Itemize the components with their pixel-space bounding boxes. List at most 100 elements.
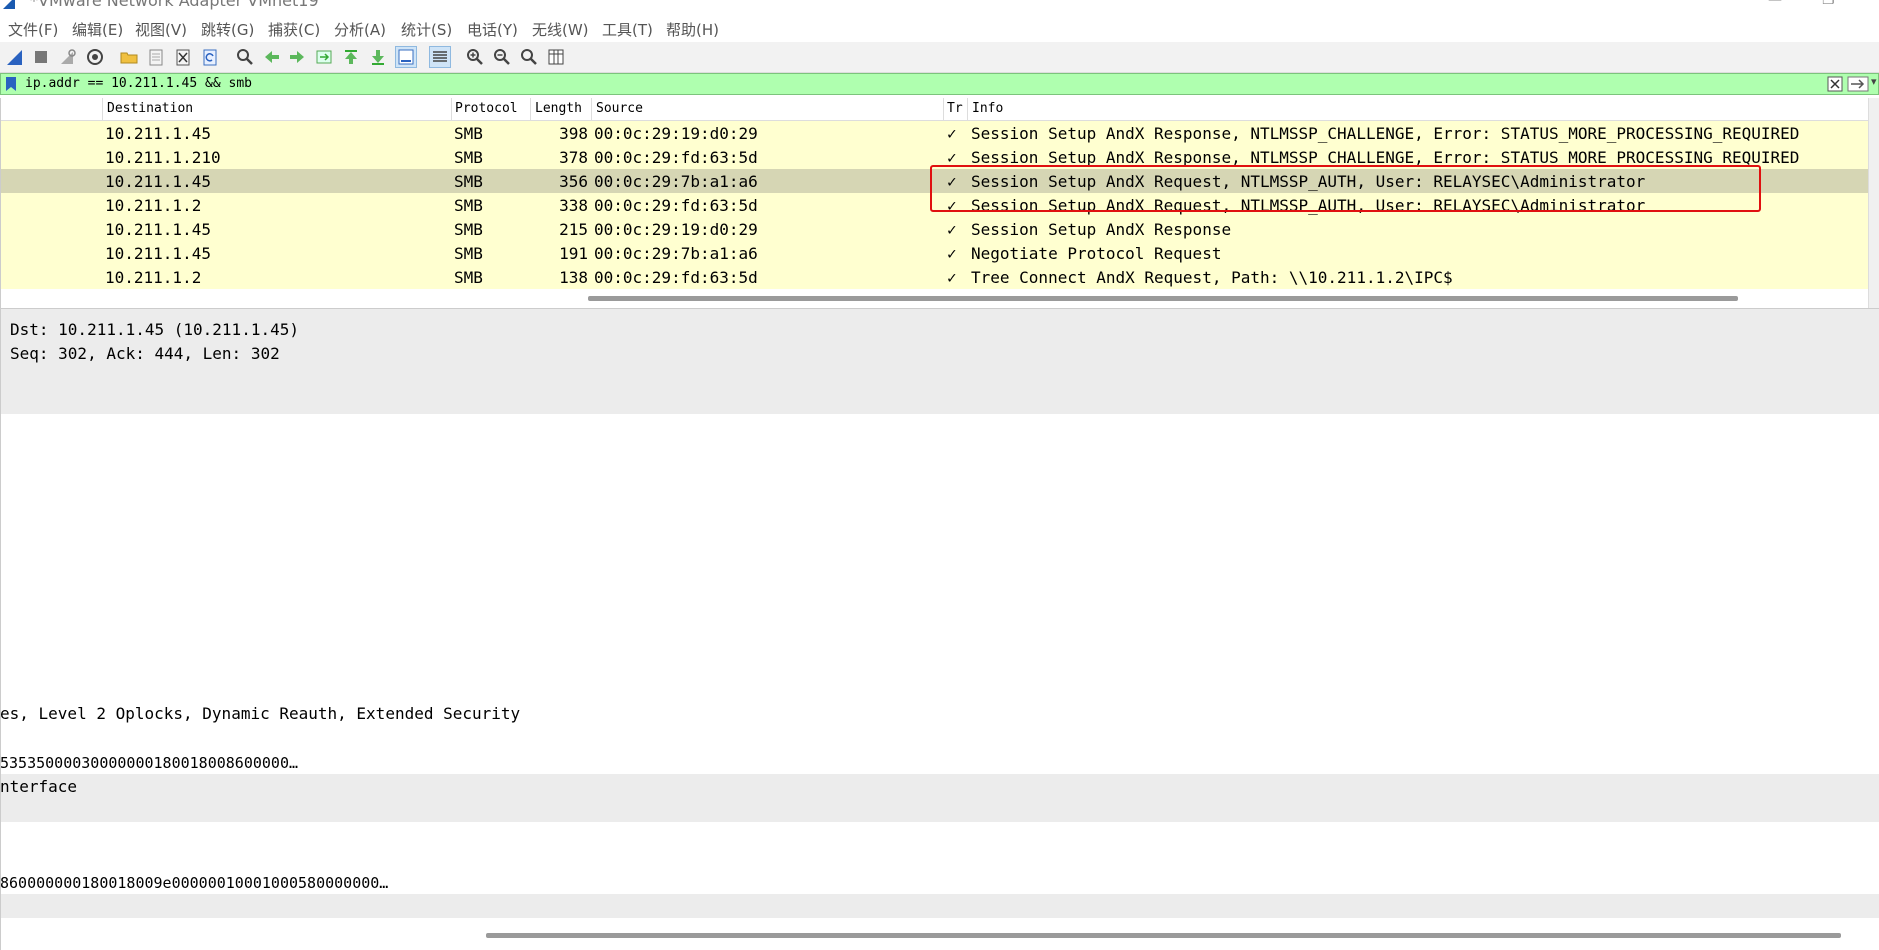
menu-analyze[interactable]: 分析(A): [334, 19, 386, 40]
menu-help[interactable]: 帮助(H): [666, 19, 719, 40]
column-source[interactable]: Source: [596, 101, 643, 116]
minimize-icon[interactable]: —: [1768, 0, 1782, 8]
column-info[interactable]: Info: [972, 101, 1003, 116]
packet-protocol: SMB: [454, 172, 483, 191]
window-title: *VMware Network Adapter VMnet19: [30, 0, 319, 10]
column-length[interactable]: Length: [535, 101, 582, 116]
packet-protocol: SMB: [454, 268, 483, 287]
main-toolbar: [0, 42, 1879, 73]
packet-length: 338: [559, 196, 588, 215]
menu-statistics[interactable]: 统计(S): [401, 19, 452, 40]
clear-filter-icon[interactable]: [1827, 76, 1843, 92]
packet-source: 00:0c:29:7b:a1:a6: [594, 244, 758, 263]
menu-wireless[interactable]: 无线(W): [532, 19, 589, 40]
packet-tr: ✓: [947, 268, 957, 287]
packet-tr: ✓: [947, 220, 957, 239]
go-forward-icon[interactable]: [286, 46, 308, 68]
packet-length: 398: [559, 124, 588, 143]
packet-length: 215: [559, 220, 588, 239]
scrollbar-thumb[interactable]: [486, 933, 1841, 938]
menu-telephony[interactable]: 电话(Y): [467, 19, 518, 40]
column-separator: [102, 98, 103, 120]
find-packet-icon[interactable]: [234, 46, 256, 68]
wireshark-app-icon: [3, 0, 15, 9]
save-file-icon[interactable]: [145, 46, 167, 68]
column-protocol[interactable]: Protocol: [455, 101, 518, 116]
menu-file[interactable]: 文件(F): [8, 19, 58, 40]
details-highlight-band: [0, 894, 1879, 918]
packet-row[interactable]: 10.211.1.45 SMB 398 00:0c:29:19:d0:29 ✓ …: [0, 121, 1868, 145]
packet-destination: 10.211.1.2: [105, 196, 202, 215]
packet-length: 138: [559, 268, 588, 287]
packet-source: 00:0c:29:fd:63:5d: [594, 196, 758, 215]
go-first-icon[interactable]: [340, 46, 362, 68]
packet-source: 00:0c:29:fd:63:5d: [594, 148, 758, 167]
detail-seq[interactable]: Seq: 302, Ack: 444, Len: 302: [10, 344, 280, 363]
column-separator: [530, 98, 531, 120]
packet-protocol: SMB: [454, 220, 483, 239]
zoom-normal-icon[interactable]: [518, 46, 540, 68]
detail-capabilities[interactable]: es, Level 2 Oplocks, Dynamic Reauth, Ext…: [0, 704, 520, 723]
packet-protocol: SMB: [454, 196, 483, 215]
highlight-box: [930, 165, 1761, 212]
title-bar: *VMware Network Adapter VMnet19 — ❐: [0, 0, 1879, 12]
packet-info: Session Setup AndX Response, NTLMSSP_CHA…: [971, 124, 1800, 143]
packet-row[interactable]: 10.211.1.2 SMB 138 00:0c:29:fd:63:5d ✓ T…: [0, 265, 1868, 289]
close-file-icon[interactable]: [172, 46, 194, 68]
capture-options-icon[interactable]: [84, 46, 106, 68]
packet-info: Session Setup AndX Response: [971, 220, 1232, 239]
open-file-icon[interactable]: [118, 46, 140, 68]
bookmark-icon[interactable]: [4, 76, 18, 92]
menu-capture[interactable]: 捕获(C): [268, 19, 320, 40]
reload-file-icon[interactable]: [199, 46, 221, 68]
column-separator: [591, 98, 592, 120]
column-separator: [943, 98, 944, 120]
packet-details-pane: Dst: 10.211.1.45 (10.211.1.45) Seq: 302,…: [0, 317, 1879, 950]
column-tr[interactable]: Tr: [947, 101, 963, 116]
apply-filter-icon[interactable]: [1847, 76, 1869, 92]
packet-destination: 10.211.1.45: [105, 244, 211, 263]
menu-tools[interactable]: 工具(T): [602, 19, 653, 40]
packet-info: Tree Connect AndX Request, Path: \\10.21…: [971, 268, 1453, 287]
autoscroll-icon[interactable]: [395, 46, 417, 68]
menu-edit[interactable]: 编辑(E): [72, 19, 123, 40]
detail-hex2[interactable]: 860000000180018009e000000100010005800000…: [0, 874, 388, 892]
go-back-icon[interactable]: [261, 46, 283, 68]
details-hscrollbar[interactable]: [0, 930, 1879, 944]
packet-tr: ✓: [947, 244, 957, 263]
stop-capture-icon[interactable]: [30, 46, 52, 68]
packet-destination: 10.211.1.45: [105, 220, 211, 239]
filter-dropdown-icon[interactable]: ▾: [1871, 75, 1877, 88]
detail-hex1[interactable]: 53535000030000000180018008600000…: [0, 754, 298, 772]
zoom-in-icon[interactable]: [464, 46, 486, 68]
shark-fin-start-icon[interactable]: [4, 46, 26, 68]
packet-tr: ✓: [947, 124, 957, 143]
detail-interface[interactable]: nterface: [0, 777, 77, 796]
restore-icon[interactable]: ❐: [1822, 0, 1835, 8]
menu-bar: 文件(F) 编辑(E) 视图(V) 跳转(G) 捕获(C) 分析(A) 统计(S…: [0, 17, 1879, 43]
packet-row[interactable]: 10.211.1.45 SMB 215 00:0c:29:19:d0:29 ✓ …: [0, 217, 1868, 241]
detail-dst[interactable]: Dst: 10.211.1.45 (10.211.1.45): [10, 320, 299, 339]
scrollbar-thumb[interactable]: [588, 296, 1738, 301]
menu-view[interactable]: 视图(V): [135, 19, 187, 40]
resize-columns-icon[interactable]: [545, 46, 567, 68]
go-last-icon[interactable]: [367, 46, 389, 68]
packet-length: 191: [559, 244, 588, 263]
packet-protocol: SMB: [454, 124, 483, 143]
menu-go[interactable]: 跳转(G): [201, 19, 254, 40]
restart-capture-icon[interactable]: [57, 46, 79, 68]
display-filter-bar: ip.addr == 10.211.1.45 && smb ▾: [0, 73, 1879, 95]
packet-list-vscrollbar[interactable]: [1868, 98, 1879, 308]
packet-destination: 10.211.1.45: [105, 172, 211, 191]
packet-destination: 10.211.1.2: [105, 268, 202, 287]
colorize-icon[interactable]: [429, 46, 451, 68]
column-destination[interactable]: Destination: [107, 101, 193, 116]
packet-source: 00:0c:29:7b:a1:a6: [594, 172, 758, 191]
column-separator: [967, 98, 968, 120]
zoom-out-icon[interactable]: [491, 46, 513, 68]
packet-row[interactable]: 10.211.1.45 SMB 191 00:0c:29:7b:a1:a6 ✓ …: [0, 241, 1868, 265]
packet-protocol: SMB: [454, 244, 483, 263]
packet-list-hscrollbar[interactable]: [0, 290, 1868, 304]
display-filter-input[interactable]: ip.addr == 10.211.1.45 && smb: [25, 76, 252, 91]
go-to-packet-icon[interactable]: [313, 46, 335, 68]
